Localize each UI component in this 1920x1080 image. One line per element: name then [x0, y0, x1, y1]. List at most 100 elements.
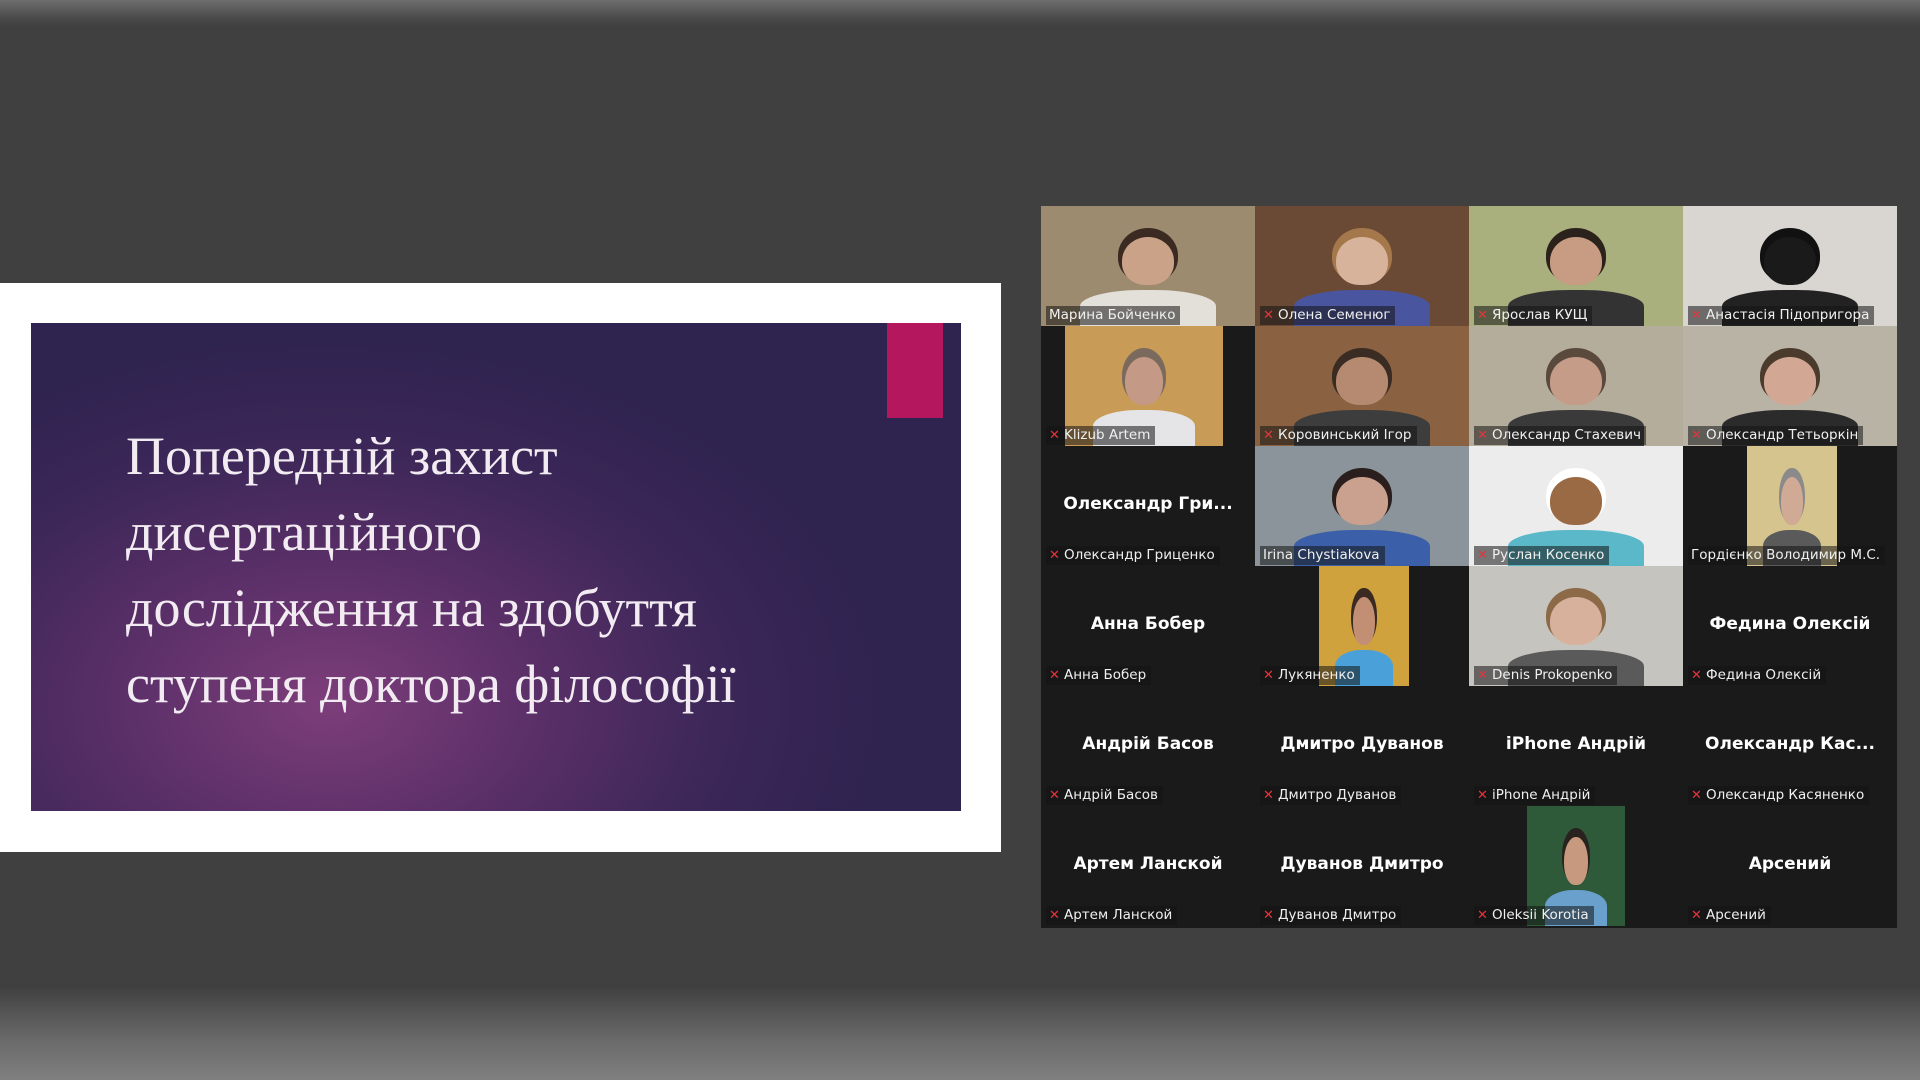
participant-tile[interactable]: Irina Chystiakova	[1255, 446, 1469, 566]
participant-name-tag: ✕ Коровинський Ігор	[1260, 426, 1417, 445]
participant-tile[interactable]: iPhone Андрій ✕ iPhone Андрій	[1469, 686, 1683, 806]
participant-tile[interactable]: Марина Бойченко	[1041, 206, 1255, 326]
participant-face	[1336, 477, 1388, 526]
participant-name: Дмитро Дуванов	[1278, 787, 1397, 803]
participant-tile[interactable]: Анна Бобер ✕ Анна Бобер	[1041, 566, 1255, 686]
participant-name: Олександр Касяненко	[1706, 787, 1865, 803]
participant-display-name: Дмитро Дуванов	[1280, 734, 1444, 754]
participant-display-name: Анна Бобер	[1090, 614, 1206, 634]
muted-mic-icon: ✕	[1263, 788, 1274, 803]
participant-tile[interactable]: ✕ Klizub Artem	[1041, 326, 1255, 446]
muted-mic-icon: ✕	[1477, 908, 1488, 923]
participant-name: Oleksii Korotia	[1492, 907, 1589, 923]
participant-name: Арсений	[1706, 907, 1766, 923]
participant-tile[interactable]: Гордієнко Володимир М.С.	[1683, 446, 1897, 566]
participant-display-name: iPhone Андрій	[1505, 734, 1647, 754]
participant-name-tag: Irina Chystiakova	[1260, 546, 1385, 565]
muted-mic-icon: ✕	[1691, 908, 1702, 923]
participant-face	[1336, 237, 1388, 286]
muted-mic-icon: ✕	[1049, 548, 1060, 563]
participant-name-tag: ✕ Олександр Тетьоркін	[1688, 426, 1864, 445]
muted-mic-icon: ✕	[1263, 908, 1274, 923]
muted-mic-icon: ✕	[1049, 908, 1060, 923]
muted-mic-icon: ✕	[1263, 308, 1274, 323]
participant-name-tag: ✕ Олександр Гриценко	[1046, 546, 1220, 565]
participant-face	[1122, 237, 1174, 286]
muted-mic-icon: ✕	[1477, 428, 1488, 443]
participant-name-tag: Гордієнко Володимир М.С.	[1688, 546, 1886, 565]
muted-mic-icon: ✕	[1049, 668, 1060, 683]
participant-display-name: Артем Ланской	[1073, 854, 1223, 874]
participant-name-tag: ✕ Андрій Басов	[1046, 786, 1163, 805]
participant-tile[interactable]: Дуванов Дмитро ✕ Дуванов Дмитро	[1255, 806, 1469, 926]
participant-name: Анна Бобер	[1064, 667, 1147, 683]
participant-tile[interactable]: ✕ Олександр Стахевич	[1469, 326, 1683, 446]
participant-tile[interactable]: Дмитро Дуванов ✕ Дмитро Дуванов	[1255, 686, 1469, 806]
participant-tile[interactable]: Андрій Басов ✕ Андрій Басов	[1041, 686, 1255, 806]
participant-face	[1550, 477, 1602, 526]
muted-mic-icon: ✕	[1691, 308, 1702, 323]
participant-tile[interactable]: ✕ Oleksii Korotia	[1469, 806, 1683, 926]
participant-name-tag: ✕ iPhone Андрій	[1474, 786, 1596, 805]
participant-face	[1764, 357, 1816, 406]
window-bottom-band	[0, 985, 1920, 1080]
participant-tile[interactable]: ✕ Олександр Тетьоркін	[1683, 326, 1897, 446]
window-top-band	[0, 0, 1920, 26]
participant-name-tag: ✕ Ярослав КУЩ	[1474, 306, 1593, 325]
participant-name-tag: ✕ Федина Олексій	[1688, 666, 1827, 685]
participant-name-tag: ✕ Арсений	[1688, 906, 1771, 925]
muted-mic-icon: ✕	[1691, 788, 1702, 803]
participant-face	[1336, 357, 1388, 406]
participant-face	[1550, 357, 1602, 406]
participant-display-name: Олександр Кас...	[1705, 734, 1875, 754]
slide-accent-bar	[887, 323, 943, 418]
muted-mic-icon: ✕	[1691, 428, 1702, 443]
participant-tile[interactable]: ✕ Коровинський Ігор	[1255, 326, 1469, 446]
participant-name-tag: ✕ Oleksii Korotia	[1474, 906, 1594, 925]
participant-name: Klizub Artem	[1064, 427, 1151, 443]
participant-name-tag: ✕ Дуванов Дмитро	[1260, 906, 1402, 925]
participant-name: Андрій Басов	[1064, 787, 1158, 803]
participant-face	[1353, 597, 1375, 646]
participant-name-tag: Марина Бойченко	[1046, 306, 1181, 325]
participant-tile[interactable]: Олександр Гри... ✕ Олександр Гриценко	[1041, 446, 1255, 566]
slide-title: Попередній захист дисертаційного дослідж…	[126, 426, 736, 714]
participant-tile[interactable]: Федина Олексій ✕ Федина Олексій	[1683, 566, 1897, 686]
muted-mic-icon: ✕	[1049, 788, 1060, 803]
participant-name-tag: ✕ Анна Бобер	[1046, 666, 1152, 685]
muted-mic-icon: ✕	[1477, 548, 1488, 563]
slide-content-area: Попередній захист дисертаційного дослідж…	[31, 323, 961, 811]
participant-name: Коровинський Ігор	[1278, 427, 1412, 443]
participant-tile[interactable]: Олександр Кас... ✕ Олександр Касяненко	[1683, 686, 1897, 806]
participant-face	[1125, 357, 1163, 406]
participant-face	[1550, 237, 1602, 286]
participant-face	[1550, 597, 1602, 646]
participant-tile[interactable]: Артем Ланской ✕ Артем Ланской	[1041, 806, 1255, 926]
muted-mic-icon: ✕	[1691, 668, 1702, 683]
muted-mic-icon: ✕	[1477, 788, 1488, 803]
participant-name: Олександр Гриценко	[1064, 547, 1215, 563]
participant-display-name: Дуванов Дмитро	[1280, 854, 1444, 874]
participant-name: Олександр Стахевич	[1492, 427, 1641, 443]
participant-tile[interactable]: Арсений ✕ Арсений	[1683, 806, 1897, 926]
participant-tile[interactable]: ✕ Олена Семенюг	[1255, 206, 1469, 326]
participant-display-name: Олександр Гри...	[1063, 494, 1233, 514]
participant-tile[interactable]: ✕ Лукяненко	[1255, 566, 1469, 686]
participant-face	[1564, 837, 1588, 886]
participant-name: Марина Бойченко	[1049, 307, 1176, 323]
participant-name-tag: ✕ Лукяненко	[1260, 666, 1360, 685]
participant-name-tag: ✕ Олена Семенюг	[1260, 306, 1396, 325]
participant-name: Руслан Косенко	[1492, 547, 1605, 563]
participant-tile[interactable]: ✕ Ярослав КУЩ	[1469, 206, 1683, 326]
participant-tile[interactable]: ✕ Руслан Косенко	[1469, 446, 1683, 566]
participant-name: Олена Семенюг	[1278, 307, 1391, 323]
participant-name-tag: ✕ Артем Ланской	[1046, 906, 1178, 925]
participant-name: Denis Prokopenko	[1492, 667, 1613, 683]
participant-tile[interactable]: ✕ Denis Prokopenko	[1469, 566, 1683, 686]
participant-name: Гордієнко Володимир М.С.	[1691, 547, 1881, 563]
participant-name-tag: ✕ Denis Prokopenko	[1474, 666, 1618, 685]
participant-name: Irina Chystiakova	[1263, 547, 1380, 563]
participant-name-tag: ✕ Дмитро Дуванов	[1260, 786, 1402, 805]
participant-gallery: Марина Бойченко ✕ Олена Семенюг ✕ Ярослав КУ…	[1041, 206, 1897, 928]
participant-tile[interactable]: ✕ Анастасія Підопригора	[1683, 206, 1897, 326]
